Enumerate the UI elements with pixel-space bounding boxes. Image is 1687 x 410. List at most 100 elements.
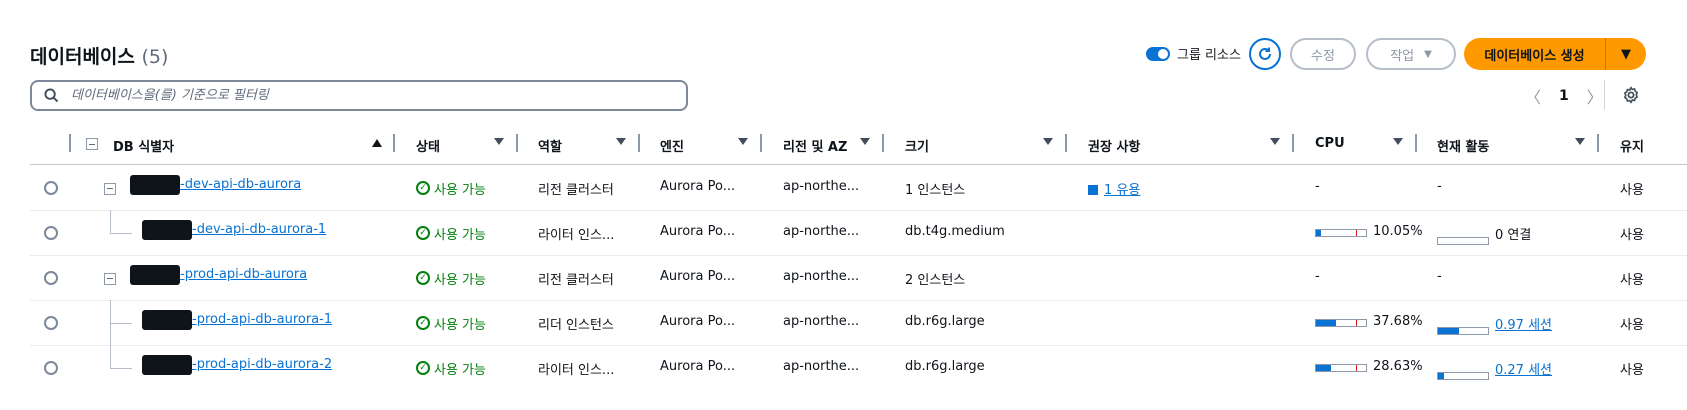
status-badge: ✓ 사용 가능: [416, 359, 486, 378]
activity-bar: [1437, 371, 1489, 380]
pagination: 〈 1 〉: [1525, 84, 1603, 108]
activity-value[interactable]: 0.97 세션: [1495, 314, 1552, 333]
group-resources-toggle[interactable]: 그룹 리소스: [1146, 44, 1241, 63]
sort-icon[interactable]: [616, 138, 626, 145]
collapse-group-icon[interactable]: [104, 182, 116, 195]
search-icon: [44, 88, 59, 103]
row-select-radio[interactable]: [44, 315, 58, 330]
region-cell: ap-northe...: [783, 358, 860, 374]
column-separator[interactable]: [760, 134, 762, 152]
column-separator[interactable]: [882, 134, 884, 152]
redacted-name: [130, 174, 180, 195]
db-identifier-link[interactable]: -dev-api-db-aurora-1: [192, 222, 326, 237]
search-field[interactable]: [30, 80, 688, 111]
refresh-icon: [1259, 47, 1271, 60]
maintenance-cell: 사용: [1620, 182, 1644, 198]
table-row[interactable]: -dev-api-db-aurora-1 ✓ 사용 가능 라이터 인스... Auror…: [0, 210, 1687, 255]
activity-value[interactable]: 0.27 세션: [1495, 359, 1552, 378]
db-identifier-link[interactable]: -prod-api-db-aurora: [180, 267, 307, 282]
column-header-role[interactable]: 역할: [538, 136, 562, 155]
redacted-name: [142, 354, 192, 375]
column-separator: [69, 134, 71, 152]
region-cell: ap-northe...: [783, 313, 860, 329]
column-header-identifier[interactable]: DB 식별자: [113, 136, 174, 155]
cpu-value: 10.05%: [1373, 223, 1423, 239]
recommendation-link[interactable]: 1 유용: [1104, 183, 1140, 198]
cpu-threshold: [1356, 364, 1357, 371]
cpu-value: 28.63%: [1373, 358, 1423, 374]
column-header-activity[interactable]: 현재 활동: [1437, 136, 1489, 155]
column-header-recommendations[interactable]: 권장 사항: [1088, 136, 1140, 155]
row-select-radio[interactable]: [44, 360, 58, 375]
column-header-size[interactable]: 크기: [905, 136, 929, 155]
maintenance-cell: 사용: [1620, 227, 1644, 243]
create-database-label[interactable]: 데이터베이스 생성: [1464, 38, 1606, 70]
group-resources-label: 그룹 리소스: [1177, 48, 1241, 63]
current-page[interactable]: 1: [1559, 88, 1569, 104]
table-row[interactable]: -dev-api-db-aurora ✓ 사용 가능 리전 클러스터 Aurora Po…: [0, 165, 1687, 210]
table-row[interactable]: -prod-api-db-aurora ✓ 사용 가능 리전 클러스터 Aurora P…: [0, 255, 1687, 300]
check-circle-icon: ✓: [416, 316, 430, 330]
sort-icon[interactable]: [860, 138, 870, 145]
activity-fill: [1438, 327, 1459, 334]
db-identifier-link[interactable]: -prod-api-db-aurora-2: [192, 357, 332, 372]
column-separator[interactable]: [1415, 134, 1417, 152]
prev-page-icon[interactable]: 〈: [1525, 84, 1541, 108]
row-select-radio[interactable]: [44, 270, 58, 285]
status-text: 사용 가능: [434, 362, 486, 378]
column-header-maintenance[interactable]: 유지: [1620, 136, 1644, 155]
column-header-region[interactable]: 리전 및 AZ: [783, 136, 847, 155]
sort-icon[interactable]: [738, 138, 748, 145]
status-text: 사용 가능: [434, 227, 486, 243]
column-separator[interactable]: [1292, 134, 1294, 152]
toggle-switch[interactable]: [1146, 46, 1170, 61]
redacted-name: [142, 219, 192, 240]
sort-icon[interactable]: [1575, 138, 1585, 145]
next-page-icon[interactable]: 〉: [1587, 84, 1603, 108]
collapse-all-icon[interactable]: [86, 138, 98, 150]
status-text: 사용 가능: [434, 182, 486, 198]
column-separator[interactable]: [1065, 134, 1067, 152]
page-title: 데이터베이스 (5): [30, 42, 168, 69]
cpu-usage-fill: [1316, 364, 1331, 371]
cpu-threshold: [1356, 229, 1357, 236]
recommendation-cell[interactable]: 1 유용: [1088, 179, 1140, 198]
column-header-cpu[interactable]: CPU: [1315, 136, 1345, 151]
column-header-engine[interactable]: 엔진: [660, 136, 684, 155]
refresh-button[interactable]: [1249, 38, 1281, 70]
create-dropdown-icon[interactable]: ▼: [1606, 38, 1646, 70]
caret-down-icon: ▼: [1424, 48, 1432, 60]
gear-icon: [1624, 86, 1638, 104]
sort-icon[interactable]: [494, 138, 504, 145]
column-header-status[interactable]: 상태: [416, 136, 440, 155]
sort-icon[interactable]: [1270, 138, 1280, 145]
engine-cell: Aurora Po...: [660, 223, 736, 239]
search-input[interactable]: [69, 87, 633, 104]
tree-connector: [110, 367, 132, 369]
cpu-usage-fill: [1316, 319, 1336, 326]
table-row[interactable]: -prod-api-db-aurora-2 ✓ 사용 가능 라이터 인스... Auro…: [0, 345, 1687, 390]
row-select-radio[interactable]: [44, 225, 58, 240]
actions-button[interactable]: 작업 ▼: [1366, 38, 1456, 70]
size-cell: 2 인스턴스: [905, 272, 966, 288]
check-circle-icon: ✓: [416, 271, 430, 285]
tree-connector: [110, 210, 111, 233]
column-separator[interactable]: [393, 134, 395, 152]
db-identifier-link[interactable]: -prod-api-db-aurora-1: [192, 312, 332, 327]
collapse-group-icon[interactable]: [104, 272, 116, 285]
table-row[interactable]: -prod-api-db-aurora-1 ✓ 사용 가능 리더 인스턴스 Aurora…: [0, 300, 1687, 345]
activity-fill: [1438, 372, 1445, 379]
column-separator[interactable]: [516, 134, 518, 152]
column-separator[interactable]: [638, 134, 640, 152]
column-separator[interactable]: [1597, 134, 1599, 152]
settings-button[interactable]: [1622, 86, 1640, 108]
db-identifier-link[interactable]: -dev-api-db-aurora: [180, 177, 301, 192]
activity-bar: [1437, 326, 1489, 335]
sort-icon[interactable]: [1043, 138, 1053, 145]
create-database-button[interactable]: 데이터베이스 생성 ▼: [1464, 38, 1646, 70]
sort-ascending-icon[interactable]: [372, 139, 382, 147]
status-badge: ✓ 사용 가능: [416, 179, 486, 198]
sort-icon[interactable]: [1393, 138, 1403, 145]
row-select-radio[interactable]: [44, 180, 58, 195]
edit-button[interactable]: 수정: [1290, 38, 1356, 70]
